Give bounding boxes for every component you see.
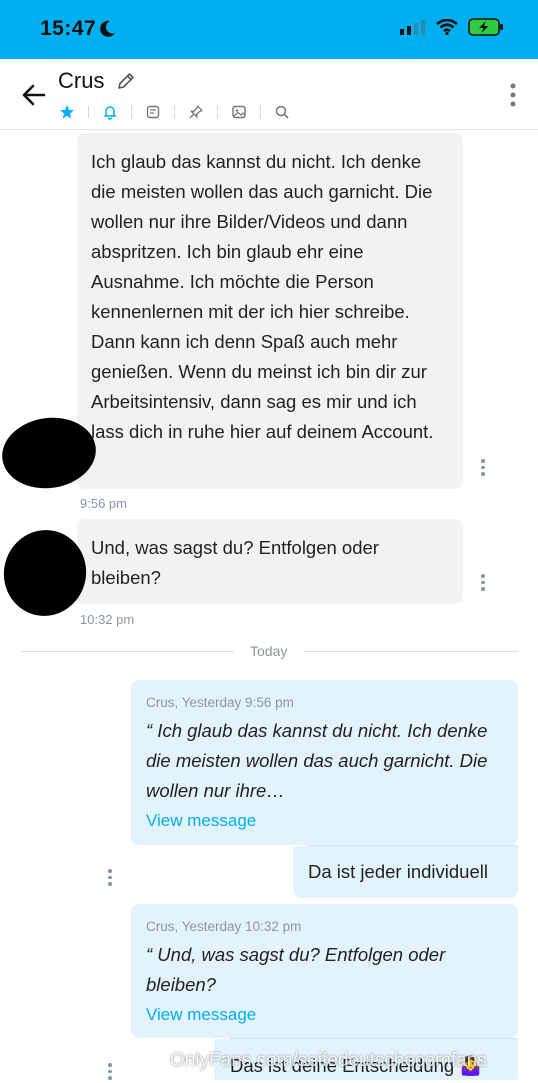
search-icon[interactable] bbox=[273, 103, 291, 121]
date-divider-label: Today bbox=[250, 643, 288, 659]
view-message-link[interactable]: View message bbox=[146, 808, 503, 834]
incoming-message-bubble[interactable]: Ich glaub das kannst du nicht. Ich denke… bbox=[77, 133, 463, 489]
divider bbox=[217, 106, 218, 118]
pin-icon[interactable] bbox=[187, 103, 205, 121]
divider bbox=[131, 106, 132, 118]
image-icon[interactable] bbox=[230, 103, 248, 121]
incoming-message-bubble[interactable]: Und, was sagst du? Entfolgen oder bleibe… bbox=[77, 519, 463, 604]
divider bbox=[20, 651, 234, 652]
quote-meta: Crus, Yesterday 9:56 pm bbox=[146, 695, 294, 710]
chat-title[interactable]: Crus bbox=[58, 68, 104, 94]
message-options-icon[interactable] bbox=[481, 459, 485, 479]
divider bbox=[230, 1038, 518, 1039]
more-options-icon[interactable] bbox=[510, 83, 516, 112]
status-time: 15:47 bbox=[40, 17, 97, 40]
signal-icon bbox=[400, 19, 426, 40]
message-text: Und, was sagst du? Entfolgen oder bleibe… bbox=[91, 537, 379, 588]
divider bbox=[308, 845, 518, 846]
divider bbox=[260, 106, 261, 118]
outgoing-message-bubble[interactable]: Da ist jeder individuell bbox=[293, 846, 518, 898]
battery-charging-icon bbox=[468, 18, 504, 41]
message-options-icon[interactable] bbox=[108, 869, 112, 889]
star-icon[interactable] bbox=[58, 103, 76, 121]
chat-header: Crus bbox=[0, 59, 538, 130]
status-icons bbox=[400, 18, 504, 41]
message-timestamp: 9:56 pm bbox=[80, 496, 127, 511]
wifi-icon bbox=[436, 18, 458, 40]
message-timestamp: 10:32 pm bbox=[80, 612, 135, 627]
quote-text: “ Und, was sagst du? Entfolgen oder blei… bbox=[146, 944, 446, 995]
note-icon[interactable] bbox=[144, 103, 162, 121]
message-text: Da ist jeder individuell bbox=[308, 861, 488, 882]
pencil-icon[interactable] bbox=[116, 71, 136, 96]
quote-meta: Crus, Yesterday 10:32 pm bbox=[146, 919, 302, 934]
moon-icon bbox=[100, 20, 116, 43]
status-bar: 15:47 bbox=[0, 0, 538, 59]
back-arrow-icon[interactable] bbox=[20, 81, 48, 109]
divider bbox=[304, 651, 518, 652]
divider bbox=[88, 106, 89, 118]
quoted-message-bubble[interactable]: Crus, Yesterday 9:56 pm “ Ich glaub das … bbox=[131, 680, 518, 845]
bell-icon[interactable] bbox=[101, 103, 119, 121]
header-action-icons bbox=[58, 103, 291, 121]
divider bbox=[174, 106, 175, 118]
view-message-link[interactable]: View message bbox=[146, 1002, 503, 1028]
message-text: Ich glaub das kannst du nicht. Ich denke… bbox=[91, 151, 434, 442]
watermark: OnlyFans.com/seifedeutschecomfans bbox=[170, 1050, 487, 1071]
quoted-message-bubble[interactable]: Crus, Yesterday 10:32 pm “ Und, was sags… bbox=[131, 904, 518, 1038]
message-options-icon[interactable] bbox=[481, 574, 485, 594]
quote-text: “ Ich glaub das kannst du nicht. Ich den… bbox=[146, 720, 488, 801]
